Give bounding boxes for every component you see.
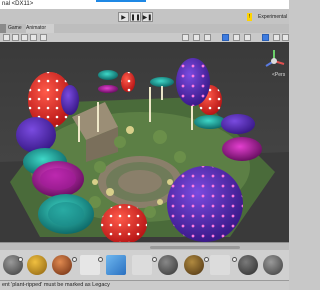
custom-tool-icon[interactable] — [244, 34, 251, 41]
asset-thumbnail[interactable] — [52, 255, 72, 275]
experimental-warning-icon[interactable]: ! — [247, 13, 253, 21]
prefab-badge-icon — [72, 257, 77, 262]
status-message: ent 'plant-ripped' must be marked as Leg… — [2, 282, 110, 288]
move-tool-icon[interactable] — [182, 34, 189, 41]
prefab-badge-icon — [232, 257, 237, 262]
prefab-badge-icon — [204, 257, 209, 262]
tab-animator-label: Animator — [26, 25, 47, 31]
scene-orientation-gizmo-icon[interactable] — [262, 48, 286, 74]
view-tabs: Game Animator — [0, 24, 289, 33]
asset-thumbnail[interactable] — [238, 255, 258, 275]
transform-tool-icon[interactable] — [233, 34, 240, 41]
prefab-badge-icon — [152, 257, 157, 262]
asset-thumbnail[interactable] — [210, 255, 230, 275]
title-accent-bar — [96, 0, 146, 2]
asset-thumbnail[interactable] — [80, 255, 100, 275]
tab-scene[interactable] — [0, 24, 6, 33]
tab-animator[interactable]: Animator — [26, 24, 54, 33]
asset-thumbnail[interactable] — [132, 255, 152, 275]
play-button[interactable]: ▶ — [118, 12, 129, 22]
window-title: nal <DX11> — [2, 1, 34, 7]
asset-thumbnail[interactable] — [158, 255, 178, 275]
asset-thumbnail[interactable] — [27, 255, 47, 275]
play-controls: ▶ ❚❚ ▶❚ — [118, 12, 153, 22]
pause-button[interactable]: ❚❚ — [130, 12, 141, 22]
camera-tool-icon[interactable] — [262, 34, 269, 41]
scene-render — [0, 58, 289, 242]
tab-game[interactable]: Game — [8, 24, 24, 33]
tab-game-label: Game — [8, 25, 22, 31]
shading-mode-icon[interactable] — [3, 34, 10, 41]
horizontal-scrollbar[interactable] — [150, 246, 240, 249]
effects-toggle-icon[interactable] — [40, 34, 47, 41]
prefab-badge-icon — [18, 257, 23, 262]
asset-thumbnail[interactable] — [184, 255, 204, 275]
2d-toggle-icon[interactable] — [12, 34, 19, 41]
layers-icon[interactable] — [282, 34, 289, 41]
persp-label[interactable]: <Pers — [272, 72, 285, 78]
folder-icon[interactable] — [106, 255, 126, 275]
lighting-toggle-icon[interactable] — [21, 34, 28, 41]
prefab-badge-icon — [98, 257, 103, 262]
experimental-label[interactable]: Experimental — [258, 13, 287, 21]
rotate-tool-icon[interactable] — [193, 34, 200, 41]
rect-tool-icon[interactable] — [222, 34, 229, 41]
scene-viewport[interactable]: <Pers — [0, 42, 289, 242]
audio-toggle-icon[interactable] — [30, 34, 37, 41]
step-button[interactable]: ▶❚ — [142, 12, 153, 22]
gizmos-icon[interactable] — [273, 34, 280, 41]
scale-tool-icon[interactable] — [204, 34, 211, 41]
asset-thumbnail[interactable] — [263, 255, 283, 275]
